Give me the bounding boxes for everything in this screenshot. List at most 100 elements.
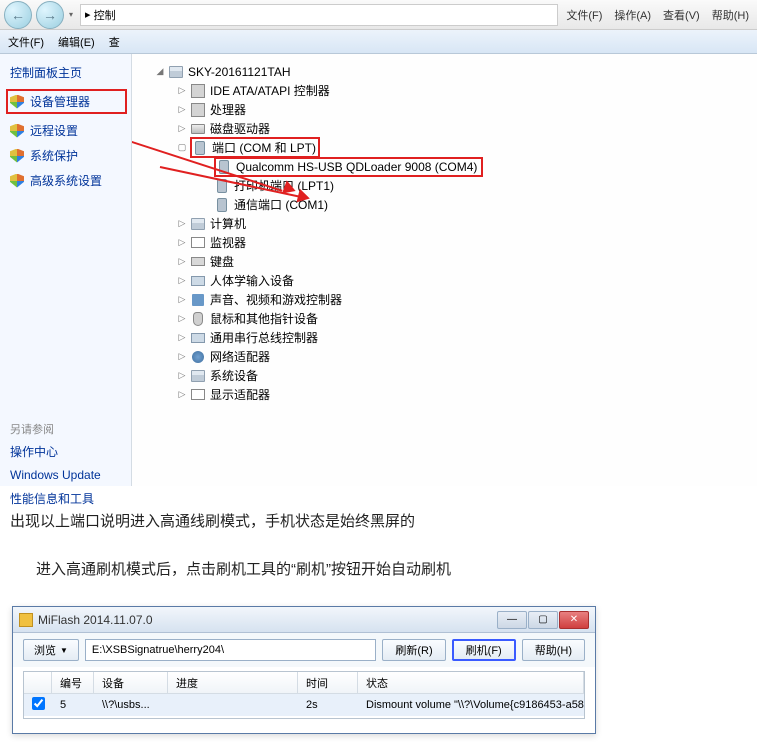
usb-icon	[190, 273, 206, 289]
cell-status: Dismount volume "\\?\Volume{c9186453-a58…	[358, 696, 584, 714]
chip-icon	[190, 83, 206, 99]
tree-node[interactable]: ▷鼠标和其他指针设备	[136, 309, 753, 328]
tree-node[interactable]: ▷人体学输入设备	[136, 271, 753, 290]
menu-help[interactable]: 帮助(H)	[712, 7, 749, 23]
tree-node[interactable]: ▷处理器	[136, 100, 753, 119]
expander-icon[interactable]: ▷	[176, 370, 188, 382]
device-tree[interactable]: ◢SKY-20161121TAH▷IDE ATA/ATAPI 控制器▷处理器▷磁…	[136, 62, 753, 404]
sidebar-item-系统保护[interactable]: 系统保护	[10, 147, 127, 164]
col-id[interactable]: 编号	[52, 672, 94, 693]
shield-icon	[10, 124, 24, 138]
expander-icon[interactable]: ▷	[176, 104, 188, 116]
miflash-toolbar: 浏览 ▼ 刷新(R) 刷机(F) 帮助(H)	[13, 633, 595, 667]
tree-node[interactable]: ▢ 端口 (COM 和 LPT)	[136, 138, 753, 157]
expander-icon[interactable]: ▷	[176, 85, 188, 97]
browse-button[interactable]: 浏览 ▼	[23, 639, 79, 661]
breadcrumb[interactable]: ▸ 控制	[80, 4, 558, 26]
firmware-path-input[interactable]	[85, 639, 376, 661]
menubar-view[interactable]: 查	[109, 34, 120, 50]
tree-label: 端口 (COM 和 LPT)	[212, 139, 316, 156]
expander-icon[interactable]: ▷	[176, 256, 188, 268]
menubar-file[interactable]: 文件(F)	[8, 34, 44, 50]
device-icon	[190, 216, 206, 232]
expander-icon[interactable]: ▷	[176, 237, 188, 249]
expander-icon[interactable]: ▷	[176, 313, 188, 325]
expander-icon[interactable]: ▢	[176, 142, 188, 154]
plug-icon	[192, 140, 208, 156]
table-row[interactable]: 5 \\?\usbs... 2s Dismount volume "\\?\Vo…	[24, 694, 584, 716]
sidebar-bottom-Windows Update[interactable]: Windows Update	[10, 468, 127, 482]
table-header: 编号 设备 进度 时间 状态	[24, 672, 584, 694]
miflash-title: MiFlash 2014.11.07.0	[38, 613, 497, 627]
devmgr-menubar: 文件(F) 操作(A) 查看(V) 帮助(H)	[558, 7, 749, 23]
tree-node[interactable]: ▷显示适配器	[136, 385, 753, 404]
tree-label: 监视器	[210, 234, 246, 251]
help-button[interactable]: 帮助(H)	[522, 639, 585, 661]
tree-node[interactable]: Qualcomm HS-USB QDLoader 9008 (COM4)	[136, 157, 753, 176]
sidebar-title[interactable]: 控制面板主页	[10, 64, 127, 81]
expander-icon[interactable]: ▷	[176, 123, 188, 135]
dropdown-icon: ▼	[60, 646, 68, 655]
usb-icon	[190, 330, 206, 346]
expander-icon[interactable]: ▷	[176, 218, 188, 230]
maximize-button[interactable]: ▢	[528, 611, 558, 629]
device-icon	[168, 64, 184, 80]
refresh-button[interactable]: 刷新(R)	[382, 639, 445, 661]
col-time[interactable]: 时间	[298, 672, 358, 693]
nav-history-dropdown[interactable]: ▾	[64, 1, 78, 29]
expander-icon[interactable]: ▷	[176, 389, 188, 401]
tree-node[interactable]: ▷计算机	[136, 214, 753, 233]
menu-view[interactable]: 查看(V)	[663, 7, 700, 23]
tree-node[interactable]: ▷通用串行总线控制器	[136, 328, 753, 347]
expander-icon[interactable]: ▷	[176, 294, 188, 306]
sidebar-item-设备管理器[interactable]: 设备管理器	[6, 89, 127, 114]
tree-label: 声音、视频和游戏控制器	[210, 291, 342, 308]
expander-icon	[200, 161, 212, 173]
monitor-icon	[190, 235, 206, 251]
expander-icon[interactable]: ▷	[176, 332, 188, 344]
tree-node[interactable]: ▷键盘	[136, 252, 753, 271]
col-device[interactable]: 设备	[94, 672, 168, 693]
cell-time: 2s	[298, 696, 358, 714]
tree-node[interactable]: ▷网络适配器	[136, 347, 753, 366]
tree-label: IDE ATA/ATAPI 控制器	[210, 82, 330, 99]
tree-node[interactable]: 通信端口 (COM1)	[136, 195, 753, 214]
expander-icon[interactable]: ◢	[154, 66, 166, 78]
row-checkbox[interactable]	[32, 697, 45, 710]
expander-icon[interactable]: ▷	[176, 351, 188, 363]
expander-icon[interactable]: ▷	[176, 275, 188, 287]
tree-node[interactable]: ▷ IDE ATA/ATAPI 控制器	[136, 81, 753, 100]
tree-node[interactable]: ▷磁盘驱动器	[136, 119, 753, 138]
tree-node[interactable]: 打印机端口 (LPT1)	[136, 176, 753, 195]
menubar-edit[interactable]: 编辑(E)	[58, 34, 95, 50]
sidebar-bottom-性能信息和工具[interactable]: 性能信息和工具	[10, 490, 127, 507]
sidebar-bottom-操作中心[interactable]: 操作中心	[10, 443, 127, 460]
chip-icon	[190, 102, 206, 118]
minimize-button[interactable]: —	[497, 611, 527, 629]
plug-icon	[214, 197, 230, 213]
tree-label: Qualcomm HS-USB QDLoader 9008 (COM4)	[236, 160, 477, 174]
breadcrumb-arrow: ▸	[85, 8, 91, 21]
close-button[interactable]: ✕	[559, 611, 589, 629]
sidebar-item-高级系统设置[interactable]: 高级系统设置	[10, 172, 127, 189]
nav-forward-button[interactable]: →	[36, 1, 64, 29]
miflash-titlebar[interactable]: MiFlash 2014.11.07.0 — ▢ ✕	[13, 607, 595, 633]
speaker-icon	[190, 292, 206, 308]
col-progress[interactable]: 进度	[168, 672, 298, 693]
sidebar-item-远程设置[interactable]: 远程设置	[10, 122, 127, 139]
tree-node[interactable]: ▷ 监视器	[136, 233, 753, 252]
menu-file[interactable]: 文件(F)	[566, 7, 602, 23]
tree-label: SKY-20161121TAH	[188, 65, 291, 79]
menu-action[interactable]: 操作(A)	[614, 7, 651, 23]
sidebar-item-label: 高级系统设置	[30, 172, 102, 189]
sidebar-item-label: 设备管理器	[30, 93, 90, 110]
flash-button[interactable]: 刷机(F)	[452, 639, 516, 661]
tree-label: 通信端口 (COM1)	[234, 196, 328, 213]
col-status[interactable]: 状态	[358, 672, 584, 693]
tree-node[interactable]: ▷ 声音、视频和游戏控制器	[136, 290, 753, 309]
disk-icon	[190, 121, 206, 137]
tree-root[interactable]: ◢ SKY-20161121TAH	[136, 62, 753, 81]
nav-back-button[interactable]: ←	[4, 1, 32, 29]
miflash-window: MiFlash 2014.11.07.0 — ▢ ✕ 浏览 ▼ 刷新(R) 刷机…	[12, 606, 596, 734]
tree-node[interactable]: ▷系统设备	[136, 366, 753, 385]
